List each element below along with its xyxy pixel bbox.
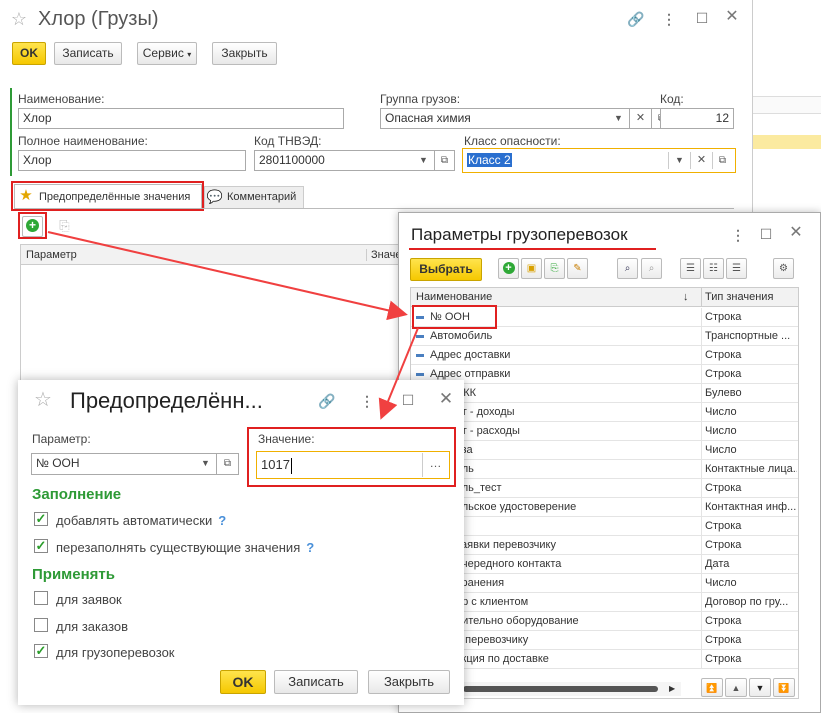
annotation-arrows — [47, 231, 419, 420]
arrow-add-to-params — [47, 231, 408, 321]
arrow-params-to-value — [378, 327, 419, 420]
